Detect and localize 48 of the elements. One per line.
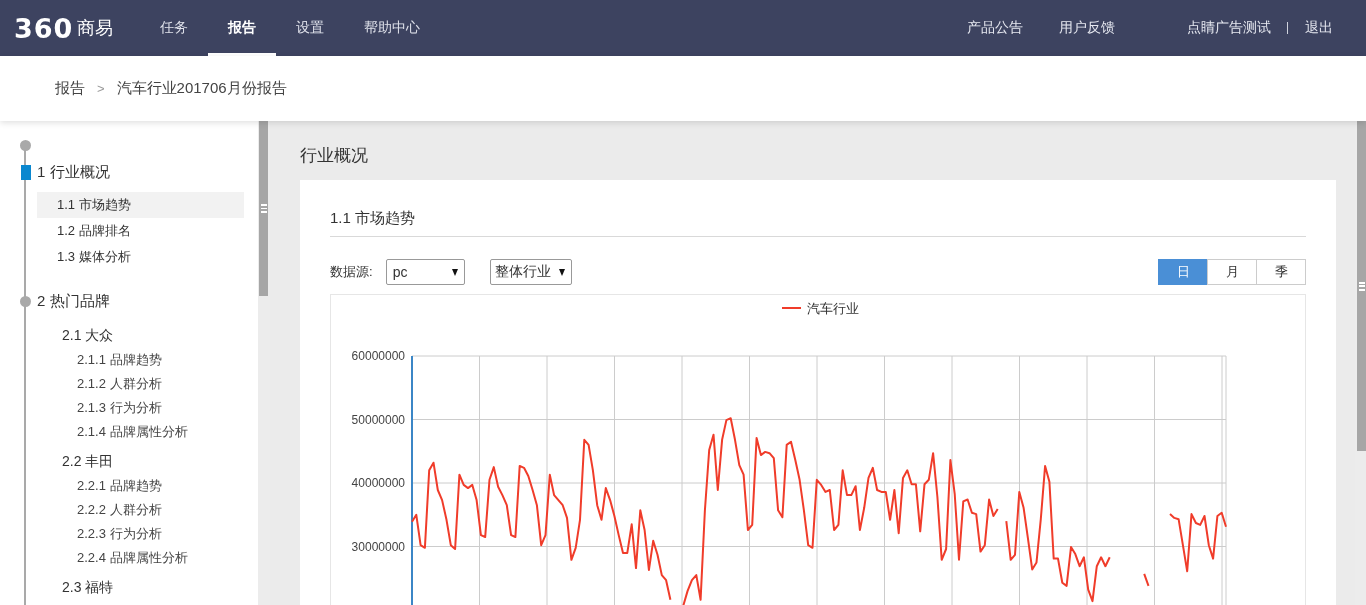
user-link[interactable]: 点睛广告测试: [1187, 0, 1271, 56]
outline-item[interactable]: 1.2 品牌排名: [37, 218, 244, 244]
outline-subitem[interactable]: 2.1.4 品牌属性分析: [0, 420, 258, 444]
page-scrollbar[interactable]: [1355, 121, 1366, 605]
outline-item[interactable]: 1.3 媒体分析: [37, 244, 244, 270]
outline-item[interactable]: 2.3 福特: [0, 574, 258, 600]
scrollbar-thumb[interactable]: [1357, 121, 1366, 451]
y-axis-label: 30000000: [351, 539, 405, 554]
filter-label: 数据源:: [330, 263, 373, 281]
y-axis-label: 50000000: [351, 412, 405, 427]
sidebar-scrollbar[interactable]: [258, 121, 270, 605]
source-dropdown[interactable]: pc: [385, 259, 465, 285]
legend-label: 汽车行业: [807, 300, 859, 316]
outline-subitem[interactable]: 2.2.4 品牌属性分析: [0, 546, 258, 570]
scrollbar-thumb[interactable]: [259, 121, 268, 296]
outline-subitem[interactable]: 2.2.3 行为分析: [0, 522, 258, 546]
nav-tab[interactable]: 任务: [140, 0, 208, 56]
period-toggle[interactable]: 月: [1207, 259, 1257, 285]
outline-subitem[interactable]: 2.2.2 人群分析: [0, 498, 258, 522]
outline-section[interactable]: 2 热门品牌: [37, 291, 110, 311]
outline-item[interactable]: 2.1 大众: [0, 322, 258, 348]
breadcrumb-link[interactable]: 汽车行业201706月份报告: [116, 79, 287, 98]
outline-item[interactable]: 1.1 市场趋势: [37, 192, 244, 218]
grip-icon: [260, 204, 267, 213]
nav-link[interactable]: 用户反馈: [1059, 0, 1115, 56]
outline-subitem[interactable]: 2.1.2 人群分析: [0, 372, 258, 396]
y-axis-label: 40000000: [351, 476, 405, 490]
caret-icon: [558, 268, 565, 276]
nav-link[interactable]: 产品公告: [967, 0, 1023, 56]
outline-subitem[interactable]: 2.2.1 品牌趋势: [0, 474, 258, 498]
card-title: 1.1 市场趋势: [330, 180, 1306, 237]
grip-icon: [1358, 281, 1365, 291]
nav-tab[interactable]: 帮助中心: [344, 0, 440, 56]
outline-subitem[interactable]: 2.1.3 行为分析: [0, 396, 258, 420]
outline-subitem[interactable]: 2.1.1 品牌趋势: [0, 348, 258, 372]
logo[interactable]: 360 商易: [0, 0, 140, 56]
nav-tab[interactable]: 设置: [276, 0, 344, 56]
outline-item[interactable]: 2.2 丰田: [0, 448, 258, 474]
breadcrumb-link[interactable]: 报告: [55, 79, 85, 98]
scope-dropdown[interactable]: 整体行业: [489, 259, 572, 285]
period-toggle[interactable]: 季: [1256, 259, 1306, 285]
section-heading: 行业概况: [300, 145, 369, 167]
caret-icon: [451, 268, 458, 276]
chart-legend[interactable]: 汽车行业: [781, 300, 859, 316]
breadcrumb-separator: >: [97, 81, 105, 96]
outline-section[interactable]: 1 行业概况: [37, 162, 110, 182]
logout-link[interactable]: 退出: [1305, 0, 1333, 56]
y-axis-label: 60000000: [351, 349, 405, 363]
